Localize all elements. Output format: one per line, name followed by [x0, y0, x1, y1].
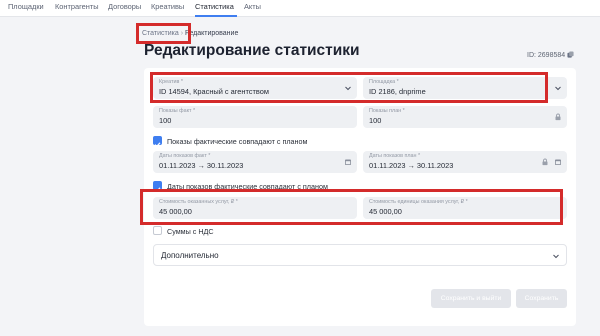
record-id: ID: 2698584 — [527, 51, 574, 59]
unit-cost-label: Стоимость единицы оказания услуг, ₽ * — [369, 199, 468, 205]
copy-icon[interactable] — [567, 51, 574, 58]
vat-label: Суммы с НДС — [167, 227, 214, 236]
services-cost-label: Стоимость оказанных услуг, ₽ * — [159, 199, 238, 205]
breadcrumb-current: Редактирование — [185, 30, 239, 37]
impressions-fact-input[interactable]: Показы факт * 100 — [153, 106, 357, 128]
nav-item-counterparties[interactable]: Контрагенты — [55, 2, 99, 11]
dates-match-label: Даты показов фактические совпадают с пла… — [167, 182, 328, 191]
impressions-fact-label: Показы факт * — [159, 108, 196, 114]
services-cost-value: 45 000,00 — [159, 207, 192, 216]
save-and-exit-button[interactable]: Сохранить и выйти — [431, 289, 511, 308]
dates-fact-label: Даты показов факт * — [159, 153, 211, 159]
save-button[interactable]: Сохранить — [516, 289, 567, 308]
chevron-down-icon[interactable] — [552, 252, 560, 260]
dates-plan-input: Даты показов план * 01.11.2023 → 30.11.2… — [363, 151, 567, 173]
creative-select[interactable]: Креатив * ID 14594, Красный с агентством — [153, 77, 357, 99]
impressions-match-checkbox[interactable]: Показы фактические совпадают с планом — [153, 136, 373, 148]
breadcrumb: Статистика › Редактирование — [142, 30, 238, 37]
services-cost-input[interactable]: Стоимость оказанных услуг, ₽ * 45 000,00 — [153, 197, 357, 219]
platform-label: Площадка * — [369, 79, 399, 85]
impressions-plan-value: 100 — [369, 116, 382, 125]
nav-item-statistics[interactable]: Статистика — [195, 2, 234, 11]
calendar-icon — [555, 159, 561, 165]
impressions-plan-input: Показы план * 100 — [363, 106, 567, 128]
dates-plan-value: 01.11.2023 → 30.11.2023 — [369, 161, 454, 170]
dates-plan-label: Даты показов план * — [369, 153, 421, 159]
dates-fact-input[interactable]: Даты показов факт * 01.11.2023 → 30.11.2… — [153, 151, 357, 173]
record-id-text: ID: 2698584 — [527, 52, 566, 59]
page-title: Редактирование статистики — [144, 42, 360, 59]
chevron-down-icon[interactable] — [344, 84, 352, 92]
impressions-plan-label: Показы план * — [369, 108, 405, 114]
unit-cost-value: 45 000,00 — [369, 207, 402, 216]
creative-label: Креатив * — [159, 79, 183, 85]
nav-item-contracts[interactable]: Договоры — [108, 2, 141, 11]
top-navigation: Площадки Контрагенты Договоры Креативы С… — [0, 0, 600, 17]
checkbox-checked-icon[interactable] — [153, 136, 162, 148]
active-tab-indicator — [195, 15, 237, 17]
additional-accordion[interactable]: Дополнительно — [153, 244, 567, 266]
lock-icon — [542, 158, 548, 166]
checkbox-unchecked-icon[interactable] — [153, 226, 162, 235]
vat-checkbox[interactable]: Суммы с НДС — [153, 226, 273, 236]
chevron-down-icon[interactable] — [554, 84, 562, 92]
unit-cost-input[interactable]: Стоимость единицы оказания услуг, ₽ * 45… — [363, 197, 567, 219]
additional-label: Дополнительно — [161, 251, 219, 260]
nav-item-platforms[interactable]: Площадки — [8, 2, 44, 11]
impressions-match-label: Показы фактические совпадают с планом — [167, 137, 308, 146]
dates-match-checkbox[interactable]: Даты показов фактические совпадают с пла… — [153, 181, 383, 193]
nav-item-creatives[interactable]: Креативы — [151, 2, 184, 11]
impressions-fact-value: 100 — [159, 116, 172, 125]
creative-value: ID 14594, Красный с агентством — [159, 87, 269, 96]
checkbox-checked-icon[interactable] — [153, 181, 162, 193]
calendar-icon[interactable] — [344, 158, 352, 166]
lock-icon — [555, 113, 561, 121]
breadcrumb-link-statistics[interactable]: Статистика — [142, 30, 179, 37]
platform-select[interactable]: Площадка * ID 2186, dnprime — [363, 77, 567, 99]
breadcrumb-separator: › — [180, 30, 184, 37]
dates-fact-value: 01.11.2023 → 30.11.2023 — [159, 161, 244, 170]
platform-value: ID 2186, dnprime — [369, 87, 426, 96]
nav-item-acts[interactable]: Акты — [244, 2, 261, 11]
